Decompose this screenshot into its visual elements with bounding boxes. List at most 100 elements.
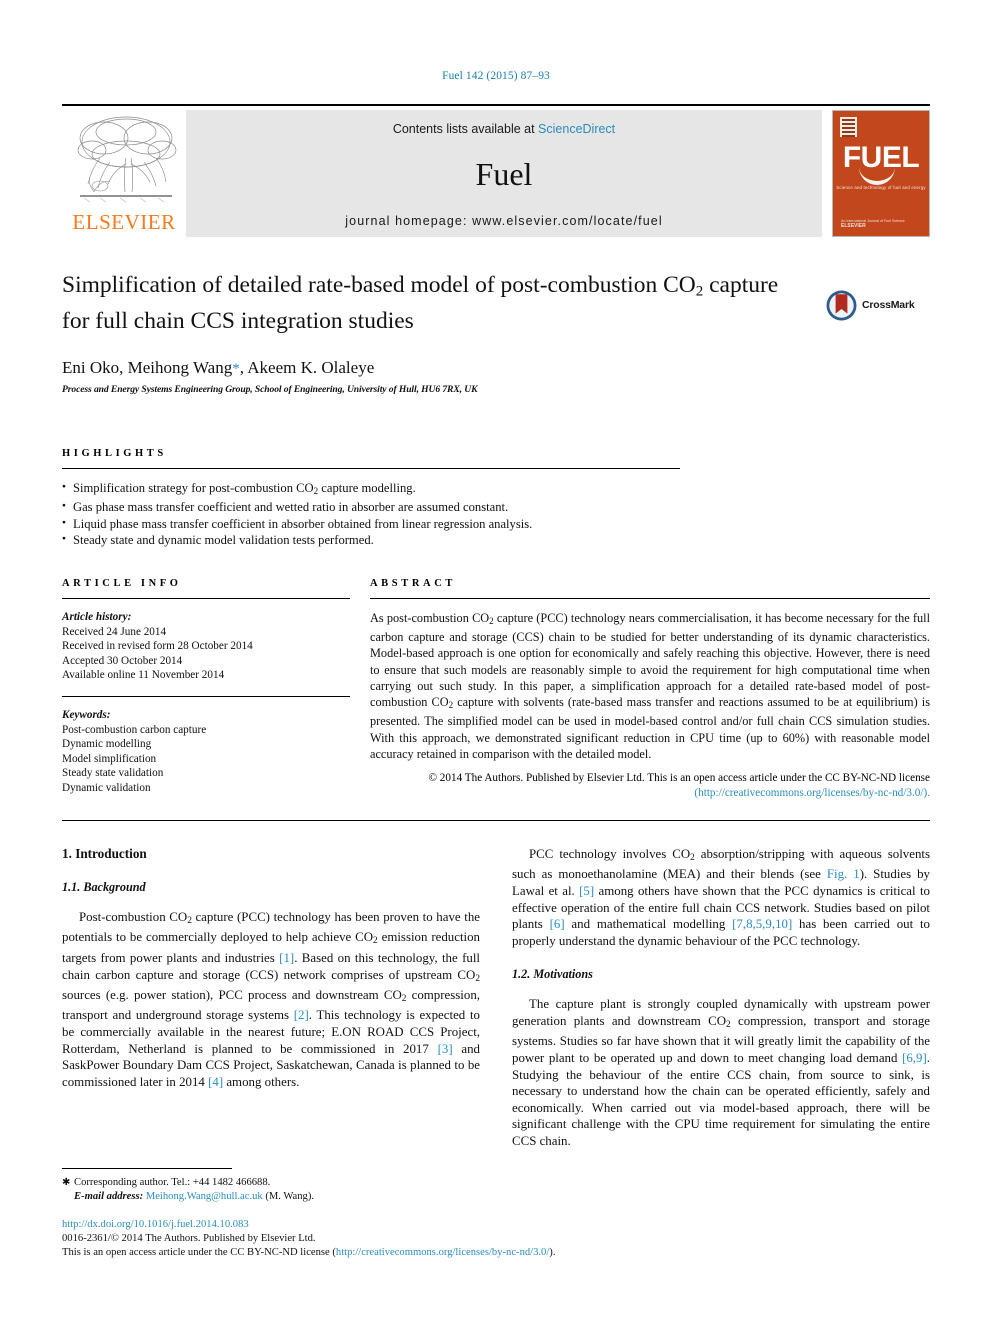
list-item: Liquid phase mass transfer coefficient i… bbox=[62, 515, 680, 533]
footnote-email: E-mail address: Meihong.Wang@hull.ac.uk … bbox=[62, 1190, 480, 1204]
issn-copyright-line: 0016-2361/© 2014 The Authors. Published … bbox=[62, 1233, 316, 1245]
license-prefix: This is an open access article under the… bbox=[62, 1247, 336, 1259]
para-part: and mathematical modelling bbox=[564, 917, 733, 932]
subsection-heading-motivations: 1.2. Motivations bbox=[512, 967, 593, 982]
license-link[interactable]: (http://creativecommons.org/licenses/by-… bbox=[694, 787, 930, 799]
article-info-heading: ARTICLE INFO bbox=[62, 578, 182, 589]
article-history-label: Article history: bbox=[62, 611, 132, 623]
citation-link[interactable]: [7,8,5,9,10] bbox=[732, 917, 792, 931]
abstract-heading: ABSTRACT bbox=[370, 578, 456, 589]
elsevier-logo: ELSEVIER bbox=[62, 110, 186, 237]
article-history-item: Received 24 June 2014 bbox=[62, 625, 167, 638]
contents-available-line: Contents lists available at ScienceDirec… bbox=[186, 122, 822, 136]
footnote-corresponding-text: Corresponding author. Tel.: +44 1482 466… bbox=[74, 1177, 271, 1188]
email-suffix: (M. Wang). bbox=[262, 1191, 315, 1202]
crossmark-label: CrossMark bbox=[862, 299, 915, 311]
para-subscript: 2 bbox=[475, 973, 480, 984]
section-heading-introduction: 1. Introduction bbox=[62, 846, 147, 861]
paper-page: Fuel 142 (2015) 87–93 ELSEVIER Contents … bbox=[0, 0, 992, 1323]
cover-subtitle: Science and technology of fuel and energ… bbox=[836, 185, 926, 190]
body-column-left: 1. Introduction 1.1. Background Post-com… bbox=[62, 846, 480, 1090]
article-info-section: ARTICLE INFO Article history: Received 2… bbox=[62, 578, 350, 796]
cover-footer: An International Journal of Fuel Science… bbox=[841, 219, 905, 229]
running-head: Fuel 142 (2015) 87–93 bbox=[442, 70, 550, 82]
para-part: . Studying the behaviour of the entire C… bbox=[512, 1051, 930, 1149]
page-title: Simplification of detailed rate-based mo… bbox=[62, 270, 802, 336]
keyword-item: Model simplification bbox=[62, 752, 157, 765]
figure-reference-link[interactable]: Fig. 1 bbox=[827, 867, 860, 881]
keywords-label: Keywords: bbox=[62, 708, 111, 721]
subsection-heading-background: 1.1. Background bbox=[62, 880, 146, 894]
journal-homepage-line[interactable]: journal homepage: www.elsevier.com/locat… bbox=[186, 214, 822, 228]
license-suffix: ). bbox=[549, 1247, 556, 1259]
abstract-section: ABSTRACT As post-combustion CO2 capture … bbox=[370, 578, 930, 801]
footnote-star-icon: ✱ bbox=[62, 1177, 71, 1188]
journal-title: Fuel bbox=[475, 156, 533, 192]
highlights-section: HIGHLIGHTS Simplification strategy for p… bbox=[62, 448, 680, 549]
keyword-item: Steady state validation bbox=[62, 767, 164, 780]
cover-footer-bold: ELSEVIER bbox=[841, 223, 866, 229]
doi-copyright-block: http://dx.doi.org/10.1016/j.fuel.2014.10… bbox=[62, 1218, 662, 1261]
article-history-item: Available online 11 November 2014 bbox=[62, 669, 225, 682]
citation-link[interactable]: [6] bbox=[550, 917, 565, 931]
footnote-rule bbox=[62, 1168, 232, 1169]
paragraph-background: Post-combustion CO2 capture (PCC) techno… bbox=[62, 909, 480, 1090]
citation-link[interactable]: [3] bbox=[438, 1042, 453, 1056]
crossmark-icon bbox=[826, 290, 857, 321]
crossmark-badge[interactable]: CrossMark bbox=[826, 288, 930, 322]
abstract-text: As post-combustion CO2 capture (PCC) tec… bbox=[370, 610, 930, 762]
highlight-text: Liquid phase mass transfer coefficient i… bbox=[73, 516, 533, 531]
doi-link[interactable]: http://dx.doi.org/10.1016/j.fuel.2014.10… bbox=[62, 1218, 662, 1232]
paragraph-motivations: The capture plant is strongly coupled dy… bbox=[512, 996, 930, 1149]
article-history-item: Received in revised form 28 October 2014 bbox=[62, 640, 253, 653]
citation-link[interactable]: [2] bbox=[294, 1008, 309, 1022]
keyword-item: Post-combustion carbon capture bbox=[62, 723, 207, 736]
keywords-block: Keywords: Post-combustion carbon capture… bbox=[62, 695, 350, 796]
highlights-heading: HIGHLIGHTS bbox=[62, 448, 167, 459]
affiliation: Process and Energy Systems Engineering G… bbox=[62, 384, 478, 396]
list-item: Simplification strategy for post-combust… bbox=[62, 479, 680, 499]
para-part: PCC technology involves CO bbox=[529, 847, 691, 861]
highlight-text: Gas phase mass transfer coefficient and … bbox=[73, 500, 509, 515]
footnote-block: ✱ Corresponding author. Tel.: +44 1482 4… bbox=[62, 1176, 480, 1204]
contents-prefix: Contents lists available at bbox=[392, 122, 539, 136]
cover-swoosh-icon bbox=[859, 167, 895, 185]
article-history-item: Accepted 30 October 2014 bbox=[62, 654, 183, 667]
keyword-item: Dynamic modelling bbox=[62, 738, 152, 751]
paragraph-pcc-technology: PCC technology involves CO2 absorption/s… bbox=[512, 846, 930, 949]
journal-band: Contents lists available at ScienceDirec… bbox=[186, 110, 822, 237]
para-part: Post-combustion CO bbox=[79, 910, 188, 924]
highlights-list: Simplification strategy for post-combust… bbox=[62, 479, 680, 549]
title-subscript-1: 2 bbox=[695, 283, 704, 300]
para-part: among others. bbox=[223, 1074, 300, 1089]
abstract-rule bbox=[370, 598, 930, 599]
sciencedirect-link[interactable]: ScienceDirect bbox=[538, 122, 615, 136]
journal-masthead: ELSEVIER Contents lists available at Sci… bbox=[62, 104, 930, 237]
keyword-item: Dynamic validation bbox=[62, 781, 151, 794]
elsevier-wordmark: ELSEVIER bbox=[72, 210, 176, 234]
abstract-part-3: capture with solvents (rate-based mass t… bbox=[370, 695, 931, 761]
citation-link[interactable]: [4] bbox=[208, 1075, 223, 1089]
cover-publisher-mark-icon bbox=[840, 117, 857, 137]
title-block: Simplification of detailed rate-based mo… bbox=[62, 270, 930, 395]
footnote-corresponding-author: ✱ Corresponding author. Tel.: +44 1482 4… bbox=[62, 1176, 480, 1190]
abstract-copyright: © 2014 The Authors. Published by Elsevie… bbox=[370, 771, 931, 801]
content-divider bbox=[62, 820, 930, 821]
elsevier-tree-icon bbox=[77, 116, 177, 203]
email-link[interactable]: Meihong.Wang@hull.ac.uk bbox=[146, 1191, 263, 1202]
corresponding-author-marker[interactable]: * bbox=[232, 361, 240, 377]
citation-link[interactable]: [6,9] bbox=[902, 1051, 927, 1065]
citation-link[interactable]: [5] bbox=[579, 884, 594, 898]
highlight-text: Steady state and dynamic model validatio… bbox=[73, 533, 374, 548]
para-part: sources (e.g. power station), PCC proces… bbox=[62, 987, 402, 1002]
copyright-text: © 2014 The Authors. Published by Elsevie… bbox=[428, 772, 931, 785]
body-column-right: PCC technology involves CO2 absorption/s… bbox=[512, 846, 930, 1150]
footer-license-link[interactable]: http://creativecommons.org/licenses/by-n… bbox=[336, 1247, 549, 1258]
author-list: Eni Oko, Meihong Wang*, Akeem K. Olaleye bbox=[62, 358, 930, 378]
citation-link[interactable]: [1] bbox=[279, 951, 294, 965]
highlight-text-tail: capture modelling. bbox=[318, 481, 416, 495]
abstract-part-1: As post-combustion CO bbox=[370, 611, 490, 625]
highlight-text: Simplification strategy for post-combust… bbox=[73, 481, 314, 495]
license-line: This is an open access article under the… bbox=[62, 1246, 662, 1260]
highlights-rule bbox=[62, 468, 680, 469]
